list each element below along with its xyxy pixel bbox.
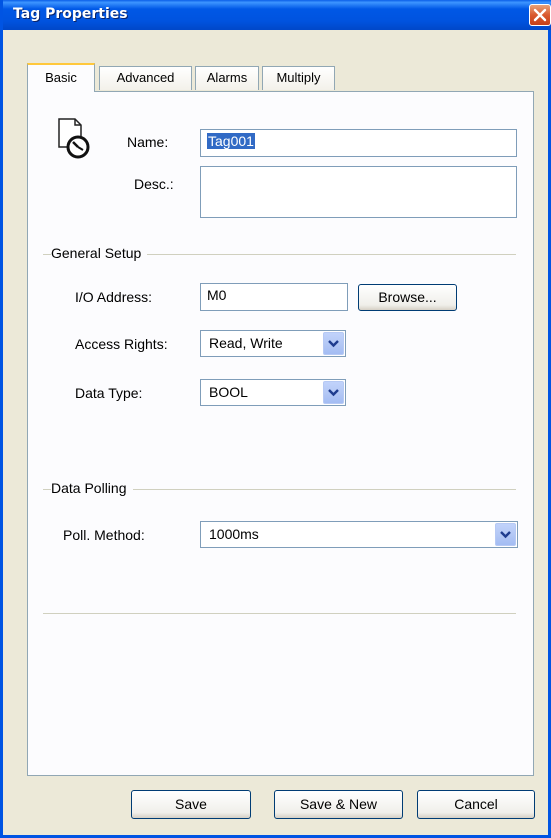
- data-type-value: BOOL: [209, 384, 248, 400]
- tab-advanced[interactable]: Advanced: [99, 66, 192, 90]
- save-button[interactable]: Save: [131, 790, 251, 819]
- access-rights-value: Read, Write: [209, 335, 283, 351]
- data-polling-title: Data Polling: [51, 480, 133, 496]
- access-rights-label: Access Rights:: [75, 336, 168, 352]
- cancel-button[interactable]: Cancel: [417, 790, 535, 819]
- data-type-select[interactable]: BOOL: [200, 379, 346, 406]
- general-setup-title: General Setup: [51, 245, 148, 261]
- data-type-label: Data Type:: [75, 385, 143, 401]
- window-title: Tag Properties: [13, 6, 128, 22]
- browse-button[interactable]: Browse...: [358, 284, 457, 311]
- chevron-down-icon: [500, 531, 511, 539]
- name-field[interactable]: Tag001: [200, 129, 517, 157]
- chevron-down-icon: [328, 340, 339, 348]
- tag-properties-dialog: Tag Properties Basic Advanced Alarms Mul…: [0, 0, 551, 838]
- poll-method-dropdown-button[interactable]: [495, 523, 516, 546]
- access-rights-dropdown-button[interactable]: [323, 332, 344, 355]
- io-address-field[interactable]: M0: [200, 283, 348, 311]
- description-field[interactable]: [200, 166, 517, 218]
- name-label: Name:: [127, 134, 169, 150]
- access-rights-select[interactable]: Read, Write: [200, 330, 346, 357]
- poll-method-label: Poll. Method:: [63, 527, 145, 543]
- chevron-down-icon: [328, 389, 339, 397]
- name-field-value: Tag001: [207, 133, 255, 149]
- close-button[interactable]: [529, 4, 551, 26]
- desc-label: Desc.:: [134, 176, 174, 192]
- tab-basic[interactable]: Basic: [27, 63, 95, 92]
- bottom-divider: [43, 613, 516, 614]
- save-and-new-button[interactable]: Save & New: [274, 790, 403, 819]
- data-type-dropdown-button[interactable]: [323, 381, 344, 404]
- close-icon: [533, 8, 547, 22]
- tab-alarms[interactable]: Alarms: [195, 66, 259, 90]
- title-bar[interactable]: Tag Properties: [3, 0, 551, 30]
- io-address-value: M0: [207, 287, 227, 303]
- tag-document-icon: [58, 118, 90, 159]
- poll-method-value: 1000ms: [209, 526, 259, 542]
- poll-method-select[interactable]: 1000ms: [200, 521, 518, 548]
- tab-multiply[interactable]: Multiply: [262, 66, 335, 90]
- io-address-label: I/O Address:: [75, 289, 153, 305]
